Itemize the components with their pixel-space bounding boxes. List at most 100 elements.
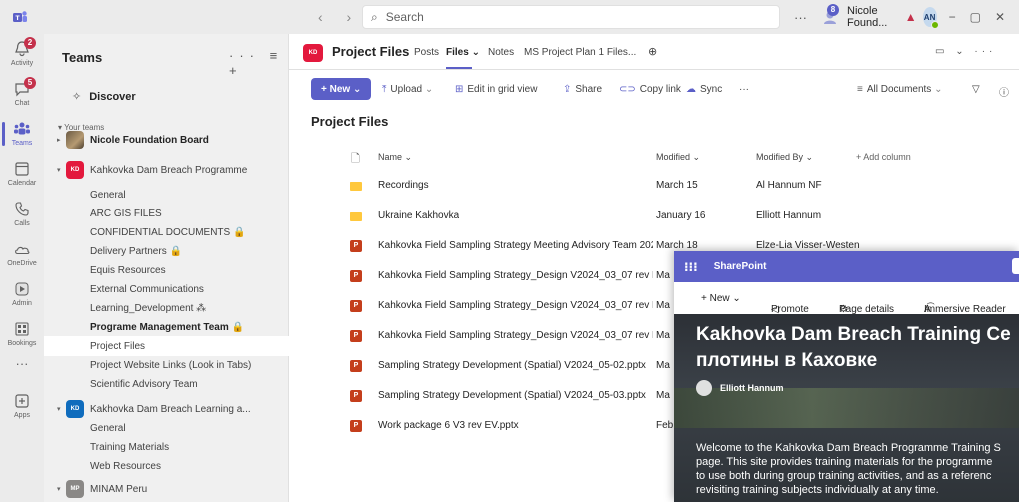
avatar[interactable]: AN	[922, 7, 939, 29]
channel-row[interactable]: Web Resources	[44, 456, 289, 476]
file-name[interactable]: Kahkovka Field Sampling Strategy Meeting…	[378, 240, 653, 251]
rail-teams[interactable]: Teams	[0, 114, 44, 154]
channel-row[interactable]: ARC GIS FILES	[44, 203, 289, 223]
share-label: Share	[575, 84, 603, 95]
rail-chat[interactable]: 5 Chat	[0, 74, 44, 114]
view-switcher[interactable]: ≡ All Documents ⌄	[857, 84, 942, 95]
caret-icon[interactable]: ▾	[57, 485, 61, 493]
file-name[interactable]: Kahkovka Field Sampling Strategy_Design …	[378, 330, 653, 341]
file-row[interactable]: Ukraine Kakhovka January 16 Elliott Hannum	[289, 201, 1019, 231]
caret-icon[interactable]: ▾	[57, 166, 61, 174]
rail-calendar[interactable]: Calendar	[0, 154, 44, 194]
welcome-line: page. This site provides training materi…	[696, 456, 993, 468]
close-button[interactable]: ✕	[995, 10, 1005, 24]
tab-posts[interactable]: Posts	[414, 47, 439, 58]
team-avatar: KD	[66, 400, 84, 418]
rail-bookings[interactable]: Bookings	[0, 314, 44, 354]
file-name[interactable]: Recordings	[378, 180, 429, 191]
rail-onedrive[interactable]: OneDrive	[0, 234, 44, 274]
team-name: Kakhovka Dam Breach Learning a...	[90, 403, 251, 415]
library-title: Project Files	[311, 114, 389, 129]
cloud-icon	[15, 246, 30, 255]
column-modified[interactable]: Modified ⌄	[656, 152, 700, 163]
upload-icon: ⤒	[382, 84, 387, 95]
suite-search-box[interactable]	[1012, 258, 1019, 274]
channel-row[interactable]: General	[44, 185, 289, 205]
file-name[interactable]: Kahkovka Field Sampling Strategy_Design …	[378, 270, 653, 281]
caret-icon[interactable]: ▾	[57, 405, 61, 413]
account-name[interactable]: Nicole Found...	[847, 5, 899, 29]
author-avatar	[696, 380, 712, 396]
tab-files[interactable]: Files ⌄	[446, 47, 480, 69]
channel-row[interactable]: Learning_Development ⁂	[44, 298, 289, 318]
page-author[interactable]: Elliott Hannum	[696, 380, 784, 396]
team-row[interactable]: ▾ MP MINAM Peru	[44, 479, 289, 499]
rail-label: Chat	[14, 100, 30, 107]
more-commands-button[interactable]: ···	[739, 84, 749, 95]
file-modified: January 16	[656, 210, 706, 221]
rail-apps[interactable]: Apps	[0, 386, 44, 426]
channel-row[interactable]: External Communications	[44, 279, 289, 299]
copy-link-button[interactable]: ⊂⊃ Copy link	[619, 84, 681, 95]
sp-new-button[interactable]: + New ⌄	[701, 293, 741, 304]
add-column-button[interactable]: + Add column	[856, 152, 911, 162]
rail-label: Admin	[12, 300, 32, 307]
channel-row[interactable]: General	[44, 418, 289, 438]
upload-button[interactable]: ⤒ Upload ⌄	[382, 84, 433, 95]
file-name[interactable]: Ukraine Kakhovka	[378, 210, 459, 221]
file-name[interactable]: Kahkovka Field Sampling Strategy_Design …	[378, 300, 653, 311]
channel-row[interactable]: Scientific Advisory Team	[44, 374, 289, 394]
sync-button[interactable]: ☁ Sync	[686, 84, 722, 95]
restore-button[interactable]: ▢	[970, 10, 981, 24]
share-button[interactable]: ⇪ Share	[563, 84, 602, 95]
file-row[interactable]: Recordings March 15 Al Hannum NF	[289, 171, 1019, 201]
team-row[interactable]: ▸ Nicole Foundation Board	[44, 130, 289, 150]
channel-name: CONFIDENTIAL DOCUMENTS 🔒	[90, 226, 246, 238]
warning-icon[interactable]: ▲	[905, 10, 917, 24]
channel-row[interactable]: Project Files	[44, 336, 289, 356]
rail-activity[interactable]: 2 Activity	[0, 34, 44, 74]
channel-row[interactable]: Training Materials	[44, 437, 289, 457]
channel-row[interactable]: Delivery Partners 🔒	[44, 241, 289, 261]
edit-grid-label: Edit in grid view	[467, 84, 538, 95]
more-icon: ···	[15, 356, 29, 371]
channel-header-actions[interactable]: ▭ ⌄ ···	[935, 46, 996, 57]
welcome-line: to use both during group training activi…	[696, 470, 992, 482]
team-row[interactable]: ▾ KD Kahkovka Dam Breach Programme	[44, 160, 289, 180]
notifications-button[interactable]: 8	[821, 4, 839, 26]
file-type-icon: 🗋	[351, 153, 360, 165]
channel-row[interactable]: Equis Resources	[44, 260, 289, 280]
sharepoint-brand[interactable]: SharePoint	[714, 261, 767, 272]
rail-calls[interactable]: Calls	[0, 194, 44, 234]
settings-more-button[interactable]: ···	[794, 10, 807, 25]
channel-name: Equis Resources	[90, 264, 166, 276]
grid-icon: ⊞	[455, 84, 464, 95]
caret-icon[interactable]: ▸	[57, 136, 61, 144]
new-button[interactable]: + New ⌄	[311, 78, 372, 100]
minimize-button[interactable]: −	[949, 10, 956, 24]
rail-admin[interactable]: Admin	[0, 274, 44, 314]
edit-grid-button[interactable]: ⊞ Edit in grid view	[455, 84, 537, 95]
discover-button[interactable]: ✧ Discover	[72, 90, 136, 104]
channel-row[interactable]: Programe Management Team 🔒	[44, 317, 289, 337]
app-launcher-icon[interactable]: ⁝⁝⁝	[684, 260, 698, 274]
channel-row[interactable]: Project Website Links (Look in Tabs)	[44, 355, 289, 375]
column-modified-by[interactable]: Modified By ⌄	[756, 152, 813, 163]
channel-row[interactable]: CONFIDENTIAL DOCUMENTS 🔒	[44, 222, 289, 242]
file-name[interactable]: Sampling Strategy Development (Spatial) …	[378, 360, 646, 371]
team-row[interactable]: ▾ KD Kakhovka Dam Breach Learning a...	[44, 399, 289, 419]
filter-button[interactable]: ▽	[972, 84, 980, 95]
file-name[interactable]: Work package 6 V3 rev EV.pptx	[378, 420, 519, 431]
search-input[interactable]: ⌕ Search	[362, 5, 780, 29]
info-button[interactable]: ⓘ	[999, 84, 1009, 99]
add-tab-button[interactable]: ⊕	[648, 45, 657, 58]
title-bar: T ‹ › ⌕ Search ··· 8 Nicole Found... ▲ A…	[0, 0, 1019, 34]
file-name[interactable]: Sampling Strategy Development (Spatial) …	[378, 390, 646, 401]
pane-actions[interactable]: ··· ≡ +	[229, 48, 288, 78]
column-name[interactable]: Name ⌄	[378, 152, 412, 163]
channel-name: Scientific Advisory Team	[90, 378, 198, 390]
history-nav-buttons[interactable]: ‹ ›	[318, 9, 361, 25]
tab-notes[interactable]: Notes	[488, 47, 514, 58]
tab-ms-project-plan[interactable]: MS Project Plan 1 Files...	[524, 47, 636, 58]
view-icon: ≡	[857, 84, 863, 95]
